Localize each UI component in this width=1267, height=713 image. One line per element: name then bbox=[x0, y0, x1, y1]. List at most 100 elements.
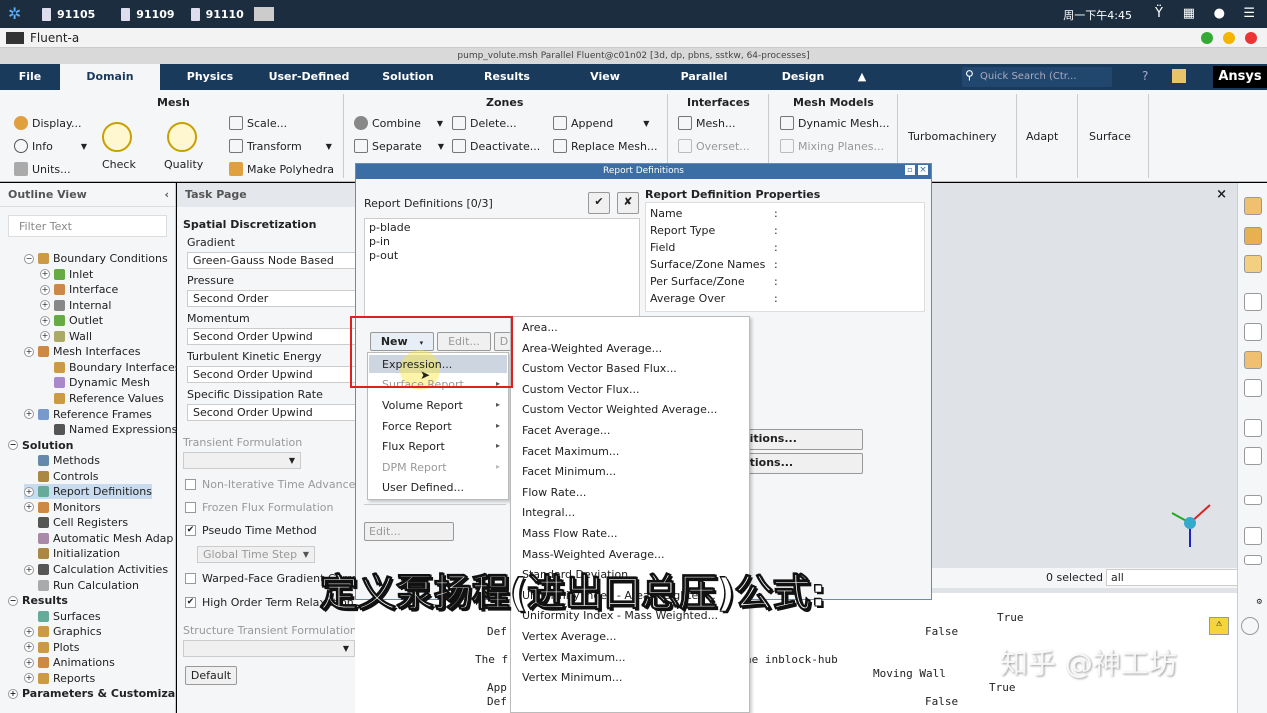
edit-bottom-button[interactable]: Edit... bbox=[364, 522, 454, 541]
close-icon[interactable] bbox=[1245, 32, 1257, 44]
zoom-icon[interactable] bbox=[1244, 255, 1262, 273]
tree-item[interactable]: − Results bbox=[8, 593, 68, 608]
pseudo-time-checkbox[interactable]: ✔ Pseudo Time Method bbox=[185, 524, 317, 537]
report-definitions-list[interactable]: p-blade p-in p-out bbox=[364, 218, 640, 318]
tree-item[interactable]: + Monitors bbox=[24, 500, 101, 515]
tree-item[interactable]: − Solution bbox=[8, 438, 74, 453]
menu-item-surface-report-type[interactable]: Vertex Maximum... bbox=[522, 651, 626, 664]
expand-icon[interactable]: + bbox=[8, 688, 18, 699]
taskbar-item[interactable]: 91110 bbox=[190, 7, 244, 21]
menu-item-surface-report-type[interactable]: Custom Vector Flux... bbox=[522, 383, 640, 396]
quality-button[interactable]: Quality bbox=[164, 158, 203, 171]
momentum-select[interactable]: Second Order Upwind bbox=[187, 328, 359, 345]
layout-icon[interactable] bbox=[1244, 555, 1262, 565]
menu-item-surface-report-type[interactable]: Area... bbox=[522, 321, 558, 334]
menu-item-surface-report-type[interactable]: Integral... bbox=[522, 506, 575, 519]
global-time-step-select[interactable]: Global Time Step ▼ bbox=[197, 546, 315, 563]
expand-icon[interactable]: + bbox=[40, 331, 50, 342]
undo-icon[interactable] bbox=[1244, 379, 1262, 397]
close-graphics-icon[interactable]: × bbox=[1216, 187, 1227, 202]
menu-item-surface-report-type[interactable]: Facet Average... bbox=[522, 424, 610, 437]
menu-file[interactable]: File bbox=[0, 64, 60, 90]
display-button[interactable]: Display... bbox=[14, 116, 81, 130]
frozen-flux-checkbox[interactable]: Frozen Flux Formulation bbox=[185, 501, 333, 514]
menu-item-surface-report-type[interactable]: Vertex Average... bbox=[522, 630, 617, 643]
axis-icon[interactable] bbox=[1244, 419, 1262, 437]
delete-button[interactable]: Delete... bbox=[452, 116, 517, 130]
tree-item[interactable]: + Internal bbox=[40, 298, 111, 313]
info-console-icon[interactable] bbox=[1241, 617, 1259, 635]
tree-item[interactable]: + Plots bbox=[24, 640, 79, 655]
menu-item-surface-report-type[interactable]: Facet Maximum... bbox=[522, 445, 619, 458]
turbomachinery-group[interactable]: Turbomachinery bbox=[908, 130, 997, 143]
os-logo-icon[interactable]: ✲ bbox=[8, 6, 30, 22]
separate-button[interactable]: Separate ▼ bbox=[354, 139, 444, 153]
overset-button[interactable]: Overset... bbox=[678, 139, 750, 153]
menu-item-force-report[interactable]: Force Report bbox=[382, 420, 452, 433]
menu-item-surface-report-type[interactable]: Facet Minimum... bbox=[522, 465, 616, 478]
menu-view[interactable]: View bbox=[556, 64, 654, 90]
tree-item[interactable]: Boundary Interfaces bbox=[40, 360, 180, 375]
ruler-icon[interactable] bbox=[1244, 447, 1262, 465]
tree-item[interactable]: Initialization bbox=[24, 546, 120, 561]
tree-item[interactable]: + Interface bbox=[40, 282, 118, 297]
tree-item[interactable]: + Outlet bbox=[40, 313, 103, 328]
menu-item-surface-report-type[interactable]: Mass-Weighted Average... bbox=[522, 548, 664, 561]
units-button[interactable]: Units... bbox=[14, 162, 71, 176]
minimize-icon[interactable] bbox=[1201, 32, 1213, 44]
append-button[interactable]: Append ▼ bbox=[553, 116, 649, 130]
view-icon[interactable] bbox=[1244, 293, 1262, 311]
tree-item[interactable]: + Parameters & Customiza bbox=[8, 686, 175, 701]
menu-icon[interactable]: ☰ bbox=[1243, 6, 1255, 21]
collapse-icon[interactable]: − bbox=[8, 440, 18, 451]
deactivate-button[interactable]: Deactivate... bbox=[452, 139, 540, 153]
tree-item[interactable]: Automatic Mesh Adap bbox=[24, 531, 173, 546]
copy-icon[interactable] bbox=[1244, 527, 1262, 545]
make-polyhedra-button[interactable]: Make Polyhedra bbox=[229, 162, 334, 176]
menu-domain[interactable]: Domain bbox=[60, 64, 160, 90]
menu-user-defined[interactable]: User-Defined bbox=[260, 64, 358, 90]
menu-item-surface-report-type[interactable]: Area-Weighted Average... bbox=[522, 342, 662, 355]
gradient-select[interactable]: Green-Gauss Node Based bbox=[187, 252, 359, 269]
maximize-icon[interactable] bbox=[1223, 32, 1235, 44]
tree-item[interactable]: + Reports bbox=[24, 671, 95, 686]
list-item[interactable]: p-in bbox=[369, 235, 390, 248]
expand-icon[interactable]: + bbox=[40, 315, 50, 326]
tree-item[interactable]: − Boundary Conditions bbox=[24, 251, 168, 266]
mixing-planes-button[interactable]: Mixing Planes... bbox=[780, 139, 884, 153]
expand-icon[interactable]: + bbox=[24, 409, 34, 419]
menu-parallel[interactable]: Parallel bbox=[654, 64, 754, 90]
tree-item[interactable]: Dynamic Mesh bbox=[40, 375, 150, 390]
expand-icon[interactable]: + bbox=[24, 486, 34, 497]
default-button[interactable]: Default bbox=[185, 666, 237, 685]
scale-button[interactable]: Scale... bbox=[229, 116, 287, 130]
menu-design[interactable]: Design bbox=[754, 64, 852, 90]
list-item[interactable]: p-out bbox=[369, 249, 398, 262]
collapse-panel-icon[interactable]: ‹ bbox=[164, 183, 169, 207]
expand-icon[interactable]: + bbox=[24, 346, 34, 357]
selection-filter-select[interactable]: all▼ bbox=[1106, 569, 1254, 586]
expand-icon[interactable]: + bbox=[40, 269, 50, 280]
notes-icon[interactable] bbox=[1172, 69, 1186, 83]
expand-icon[interactable]: + bbox=[40, 300, 50, 311]
pressure-select[interactable]: Second Order bbox=[187, 290, 359, 307]
console-settings-icon[interactable]: ⚙ bbox=[1257, 597, 1262, 607]
rotate-view-icon[interactable] bbox=[1244, 227, 1262, 245]
expand-icon[interactable]: + bbox=[24, 564, 34, 575]
tke-select[interactable]: Second Order Upwind bbox=[187, 366, 359, 383]
tree-item[interactable]: Run Calculation bbox=[24, 578, 139, 593]
select-all-icon[interactable]: ✔ bbox=[588, 192, 610, 214]
collapse-ribbon-icon[interactable]: ▲ bbox=[852, 64, 872, 90]
tree-item[interactable]: Named Expressions bbox=[40, 422, 177, 437]
fit-view-icon[interactable] bbox=[1244, 197, 1262, 215]
tree-item[interactable]: + Mesh Interfaces bbox=[24, 344, 140, 359]
menu-item-volume-report[interactable]: Volume Report bbox=[382, 399, 463, 412]
menu-results[interactable]: Results bbox=[458, 64, 556, 90]
replace-mesh-button[interactable]: Replace Mesh... bbox=[553, 139, 657, 153]
tree-item[interactable]: + Wall bbox=[40, 329, 92, 344]
menu-item-dpm-report[interactable]: DPM Report bbox=[382, 461, 447, 474]
quick-search-input[interactable]: Quick Search (Ctr... bbox=[962, 67, 1112, 87]
expand-icon[interactable]: + bbox=[24, 626, 34, 637]
tree-item[interactable]: + Graphics bbox=[24, 624, 102, 639]
surface-group[interactable]: Surface bbox=[1089, 130, 1131, 143]
